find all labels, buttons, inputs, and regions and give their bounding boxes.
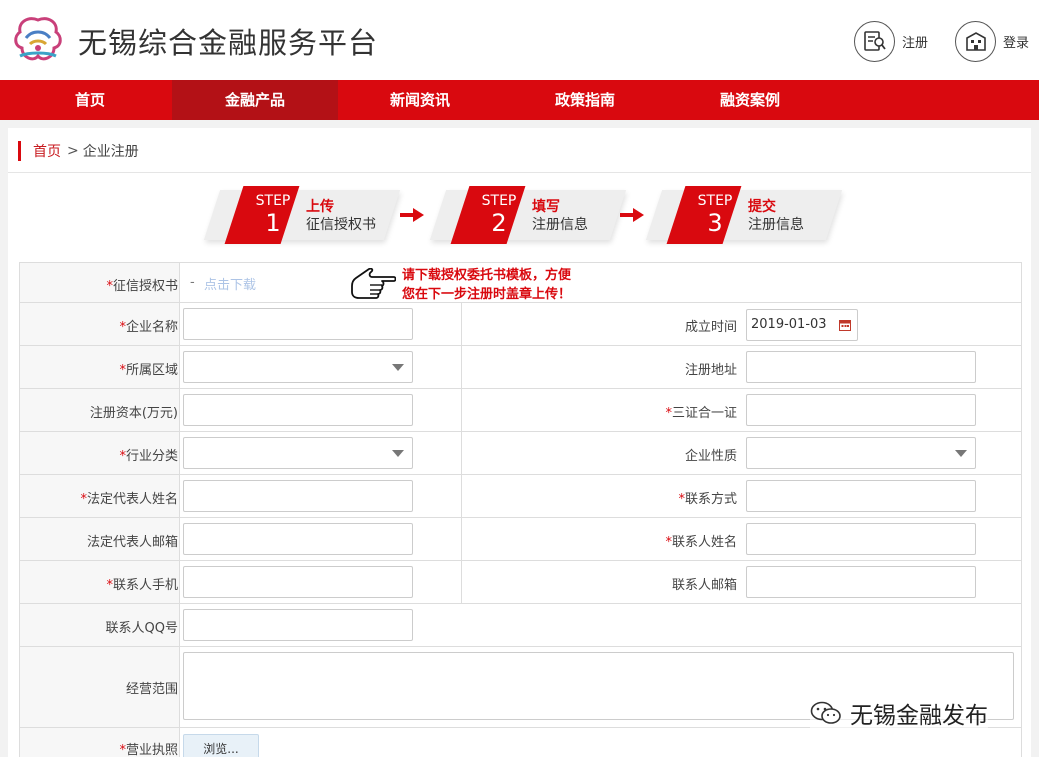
step-3-subtitle: 注册信息 (748, 217, 804, 233)
license-label: *营业执照 (119, 743, 178, 757)
contact-email-input[interactable] (746, 566, 976, 598)
download-link[interactable]: 点击下载 (204, 274, 256, 293)
credit-auth-dash: - (190, 275, 195, 290)
login-icon (955, 20, 996, 62)
step-3-number: 3 (707, 209, 723, 237)
download-notice: 请下载授权委托书模板，方便 您在下一步注册时盖章上传！ (402, 266, 571, 304)
credit-code-input[interactable] (746, 394, 976, 426)
login-label: 登录 (1003, 35, 1030, 51)
register-button[interactable]: 注册 (854, 20, 928, 62)
legal-name-label: *法定代表人姓名 (80, 492, 178, 507)
contact-name-input[interactable] (746, 523, 976, 555)
nav-item-home[interactable]: 首页 (8, 80, 172, 120)
found-date-input[interactable]: 2019-01-03 (746, 309, 858, 341)
contact-method-input[interactable] (746, 480, 976, 512)
contact-qq-label: 联系人QQ号 (105, 621, 178, 636)
divider (8, 172, 1031, 173)
pointing-hand-icon (351, 268, 396, 299)
nav-item-cases[interactable]: 融资案例 (668, 80, 832, 120)
nav-item-policy[interactable]: 政策指南 (502, 80, 668, 120)
contact-email-label: 联系人邮箱 (671, 578, 737, 593)
contact-phone-label: *联系人手机 (106, 578, 178, 593)
industry-select[interactable] (183, 437, 413, 469)
breadcrumb-current: 企业注册 (82, 144, 139, 160)
step-3-title: 提交 (748, 199, 776, 215)
login-button[interactable]: 登录 (955, 20, 1029, 62)
legal-email-label: 法定代表人邮箱 (86, 535, 178, 550)
form-row: 注册资本(万元) *三证合一证 (20, 389, 1021, 432)
notice-line-1: 请下载授权委托书模板，方便 (402, 268, 572, 283)
step-arrow-icon (400, 208, 424, 222)
business-scope-label: 经营范围 (125, 682, 178, 697)
step-2-title: 填写 (532, 199, 560, 215)
form-row: *企业名称 成立时间 2019-01-03 (20, 303, 1021, 346)
form-row: 法定代表人邮箱 *联系人姓名 (20, 518, 1021, 561)
breadcrumb: 首页 > 企业注册 (18, 140, 139, 162)
notice-line-2: 您在下一步注册时盖章上传！ (402, 287, 572, 302)
form-row: *行业分类 企业性质 (20, 432, 1021, 475)
reg-capital-input[interactable] (183, 394, 413, 426)
form-row: 联系人QQ号 (20, 604, 1021, 647)
reg-capital-label: 注册资本(万元) (89, 406, 178, 421)
form-row: *营业执照 浏览... (20, 728, 1021, 757)
nav-item-news[interactable]: 新闻资讯 (338, 80, 502, 120)
step-3-word: STEP (697, 193, 733, 209)
form-row: *法定代表人姓名 *联系方式 (20, 475, 1021, 518)
registration-form: *征信授权书 - 点击下载 请下载授权委托书模板，方便 您在下一步注册时盖章上传… (19, 262, 1022, 757)
main-nav: 首页 金融产品 新闻资讯 政策指南 融资案例 (0, 80, 1039, 120)
step-1-subtitle: 征信授权书 (306, 217, 376, 233)
step-2-number: 2 (491, 209, 507, 237)
nature-label: 企业性质 (684, 449, 737, 464)
nature-select[interactable] (746, 437, 976, 469)
breadcrumb-separator: > (67, 143, 79, 159)
step-2-subtitle: 注册信息 (532, 217, 588, 233)
credit-auth-label: *征信授权书 (106, 279, 178, 294)
register-label: 注册 (902, 35, 929, 51)
contact-name-label: *联系人姓名 (665, 535, 737, 550)
contact-qq-input[interactable] (183, 609, 413, 641)
breadcrumb-accent-bar (18, 141, 21, 161)
wechat-icon (810, 701, 841, 724)
company-name-label: *企业名称 (119, 320, 178, 335)
industry-label: *行业分类 (119, 449, 178, 464)
browse-button[interactable]: 浏览... (183, 734, 259, 757)
credit-code-label: *三证合一证 (665, 406, 737, 421)
contact-method-label: *联系方式 (678, 492, 737, 507)
breadcrumb-home-link[interactable]: 首页 (33, 141, 61, 161)
region-select[interactable] (183, 351, 413, 383)
legal-name-input[interactable] (183, 480, 413, 512)
found-date-value: 2019-01-03 (751, 317, 827, 332)
legal-email-input[interactable] (183, 523, 413, 555)
step-arrow-icon (620, 208, 644, 222)
nav-item-financial-products[interactable]: 金融产品 (172, 80, 338, 120)
step-1-title: 上传 (306, 199, 334, 215)
wuxi-logo-icon[interactable] (10, 12, 66, 68)
company-name-input[interactable] (183, 308, 413, 340)
region-label: *所属区域 (119, 363, 178, 378)
register-icon (854, 20, 895, 62)
found-date-label: 成立时间 (684, 320, 737, 335)
step-1-number: 1 (265, 209, 281, 237)
form-row: *联系人手机 联系人邮箱 (20, 561, 1021, 604)
step-2-word: STEP (481, 193, 517, 209)
watermark: 无锡金融发布 (810, 696, 988, 730)
watermark-text: 无锡金融发布 (850, 703, 988, 729)
form-row-credit-auth: *征信授权书 - 点击下载 请下载授权委托书模板，方便 您在下一步注册时盖章上传… (20, 263, 1021, 303)
step-1-word: STEP (255, 193, 291, 209)
reg-address-input[interactable] (746, 351, 976, 383)
contact-phone-input[interactable] (183, 566, 413, 598)
header: 无锡综合金融服务平台 注册 登录 (0, 0, 1039, 80)
calendar-icon[interactable] (839, 319, 851, 331)
site-title: 无锡综合金融服务平台 (78, 26, 379, 60)
reg-address-label: 注册地址 (684, 363, 737, 378)
form-row: *所属区域 注册地址 (20, 346, 1021, 389)
content-panel: 首页 > 企业注册 STEP 1 上传 征信授权书 STEP 2 填写 注册信息… (8, 128, 1031, 757)
